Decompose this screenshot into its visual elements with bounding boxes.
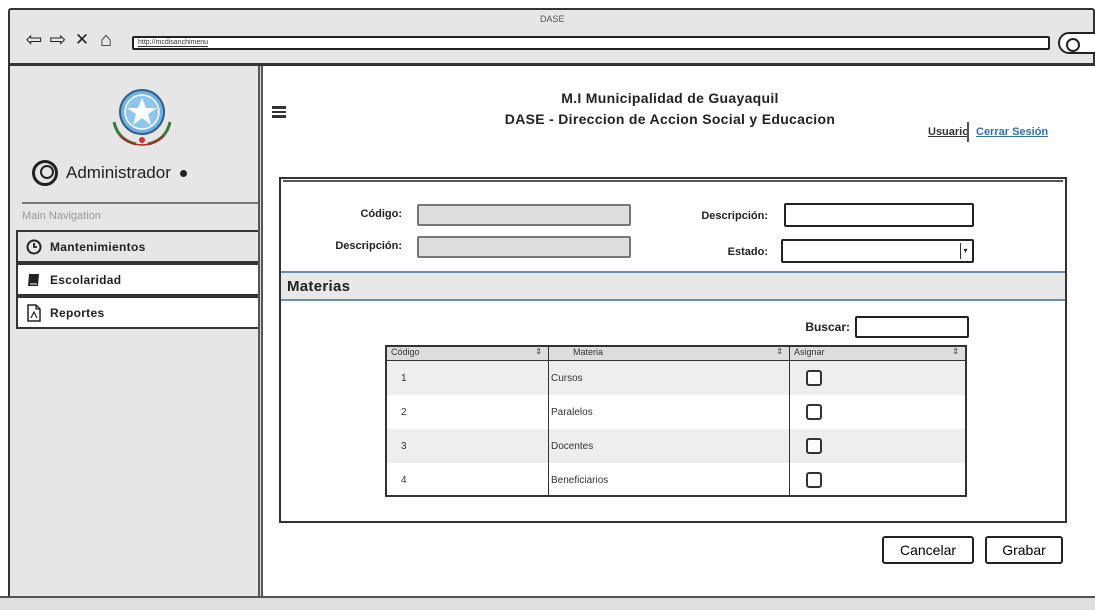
sort-icon: ⇕ xyxy=(952,347,959,356)
row-materia: Beneficiarios xyxy=(549,463,790,495)
user-avatar-icon xyxy=(32,160,58,186)
header-separator xyxy=(967,122,969,142)
row-asignar xyxy=(790,463,965,495)
materias-table: Código ⇕ Materia ⇕ Asignar ⇕ 1 Cursos 2 … xyxy=(385,345,967,497)
user-link[interactable]: Usuario xyxy=(928,126,969,138)
forward-arrow-icon[interactable]: ⇨ xyxy=(48,30,68,50)
row-materia: Docentes xyxy=(549,429,790,463)
row-codigo: 3 xyxy=(387,429,549,463)
table-row[interactable]: 3 Docentes xyxy=(387,429,965,463)
row-asignar xyxy=(790,429,965,463)
descripcion-left-label: Descripción: xyxy=(335,240,402,252)
sort-icon: ⇕ xyxy=(776,347,783,356)
row-asignar xyxy=(790,395,965,429)
table-row[interactable]: 1 Cursos xyxy=(387,361,965,395)
row-codigo: 1 xyxy=(387,361,549,395)
table-row[interactable]: 4 Beneficiarios xyxy=(387,463,965,495)
asignar-checkbox[interactable] xyxy=(806,370,822,386)
estado-select[interactable]: ▾ xyxy=(781,239,974,263)
descripcion-readonly-field xyxy=(417,236,631,258)
asignar-checkbox[interactable] xyxy=(806,472,822,488)
search-input[interactable] xyxy=(855,316,969,338)
sidebar-item-reportes[interactable]: Reportes xyxy=(16,296,262,329)
nav-heading: Main Navigation xyxy=(22,202,262,222)
codigo-field xyxy=(417,204,631,226)
table-row[interactable]: 2 Paralelos xyxy=(387,395,965,429)
browser-nav: ⇦ ⇨ ✕ ⌂ xyxy=(24,30,116,50)
logout-link[interactable]: Cerrar Sesión xyxy=(976,126,1048,138)
sidebar-item-mantenimientos[interactable]: Mantenimientos xyxy=(16,230,262,263)
table-header: Código ⇕ Materia ⇕ Asignar ⇕ xyxy=(387,347,965,361)
row-materia: Paralelos xyxy=(549,395,790,429)
status-bar xyxy=(0,596,1095,610)
materias-section-header: Materias xyxy=(281,271,1065,301)
home-icon[interactable]: ⌂ xyxy=(96,30,116,50)
sidebar-splitter[interactable] xyxy=(258,66,263,596)
save-button[interactable]: Grabar xyxy=(985,536,1063,564)
sidebar: Administrador Main Navigation Mantenimie… xyxy=(8,66,262,596)
sidebar-item-label: Reportes xyxy=(50,305,105,320)
admin-name: Administrador xyxy=(66,163,171,182)
dropdown-arrow-icon: ▾ xyxy=(960,243,970,259)
document-icon xyxy=(27,303,41,322)
back-arrow-icon[interactable]: ⇦ xyxy=(24,30,44,50)
row-asignar xyxy=(790,361,965,395)
sort-icon: ⇕ xyxy=(535,347,542,356)
sidebar-item-label: Mantenimientos xyxy=(50,239,146,254)
column-header-materia[interactable]: Materia ⇕ xyxy=(549,347,790,360)
row-codigo: 4 xyxy=(387,463,549,495)
url-text: http://mcdisanchimenu xyxy=(138,39,209,47)
estado-label: Estado: xyxy=(727,246,768,258)
descripcion-right-label: Descripción: xyxy=(701,210,768,222)
column-header-codigo[interactable]: Código ⇕ xyxy=(387,347,549,360)
admin-user[interactable]: Administrador xyxy=(32,160,187,186)
close-icon[interactable]: ✕ xyxy=(72,30,92,50)
browser-title: DASE xyxy=(540,14,565,24)
asignar-checkbox[interactable] xyxy=(806,404,822,420)
online-status-icon xyxy=(179,169,187,177)
section-title: Materias xyxy=(287,278,351,295)
sidebar-item-label: Escolaridad xyxy=(50,272,122,287)
clock-icon xyxy=(26,239,42,254)
browser-menu-toggle[interactable] xyxy=(1058,32,1095,54)
browser-toolbar: DASE ⇦ ⇨ ✕ ⌂ http://mcdisanchimenu xyxy=(8,8,1095,66)
codigo-label: Código: xyxy=(360,208,402,220)
hamburger-menu-icon[interactable] xyxy=(272,106,286,118)
search-label: Buscar: xyxy=(805,320,850,334)
page-subtitle: DASE - Direccion de Accion Social y Educ… xyxy=(504,111,836,127)
page-title: M.I Municipalidad de Guayaquil xyxy=(561,90,779,106)
descripcion-input[interactable] xyxy=(784,203,974,227)
row-materia: Cursos xyxy=(549,361,790,395)
panel-divider xyxy=(283,180,1063,182)
cancel-button[interactable]: Cancelar xyxy=(882,536,974,564)
column-header-asignar[interactable]: Asignar ⇕ xyxy=(790,347,965,360)
sidebar-item-escolaridad[interactable]: Escolaridad xyxy=(16,263,262,296)
row-codigo: 2 xyxy=(387,395,549,429)
municipality-logo xyxy=(112,89,172,146)
url-bar[interactable]: http://mcdisanchimenu xyxy=(132,36,1050,50)
asignar-checkbox[interactable] xyxy=(806,438,822,454)
book-icon xyxy=(28,273,39,286)
